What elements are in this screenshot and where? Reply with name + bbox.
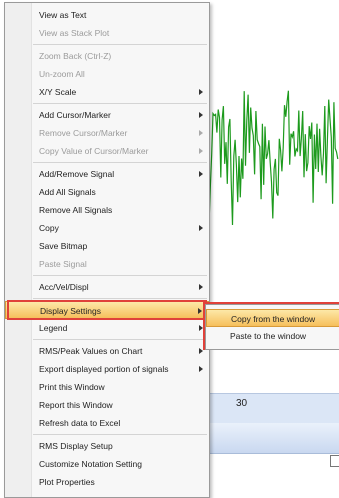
submenu-arrow-icon [199,148,203,154]
menu-item-print-this-window[interactable]: Print this Window [5,378,209,396]
menu-separator [33,103,207,104]
menu-item-label: Customize Notation Setting [39,459,142,469]
menu-item-label: Report this Window [39,400,113,410]
menu-item-remove-all-signals[interactable]: Remove All Signals [5,201,209,219]
signal-trace [200,90,339,226]
menu-item-label: Export displayed portion of signals [39,364,169,374]
menu-separator [33,339,207,340]
menu-item-report-this-window[interactable]: Report this Window [5,396,209,414]
submenu-item-paste-to-window[interactable]: Paste to the window [206,327,339,345]
submenu-item-copy-from-window[interactable]: Copy from the window [206,309,339,327]
menu-item-display-settings[interactable]: Display Settings [5,301,209,319]
context-menu: View as Text View as Stack Plot Zoom Back … [4,2,210,498]
menu-item-label: Paste Signal [39,259,87,269]
submenu-item-label: Copy from the window [231,314,316,324]
menu-item-legend[interactable]: Legend [5,319,209,337]
menu-separator [33,275,207,276]
menu-item-rms-peak-values-on-chart[interactable]: RMS/Peak Values on Chart [5,342,209,360]
menu-item-label: Refresh data to Excel [39,418,121,428]
menu-item-add-cursor-marker[interactable]: Add Cursor/Marker [5,106,209,124]
menu-item-label: X/Y Scale [39,87,77,97]
submenu-arrow-icon [199,225,203,231]
menu-separator [33,298,207,299]
menu-item-label: Add Cursor/Marker [39,110,111,120]
menu-item-label: Un-zoom All [39,69,85,79]
menu-item-label: Remove Cursor/Marker [39,128,128,138]
submenu-item-label: Paste to the window [230,331,307,341]
menu-item-label: Print this Window [39,382,105,392]
menu-item-export-displayed-portion-of-signals[interactable]: Export displayed portion of signals [5,360,209,378]
menu-separator [33,162,207,163]
menu-item-rms-display-setup[interactable]: RMS Display Setup [5,437,209,455]
menu-item-customize-notation-setting[interactable]: Customize Notation Setting [5,455,209,473]
menu-item-refresh-data-to-excel[interactable]: Refresh data to Excel [5,414,209,432]
menu-item-label: RMS/Peak Values on Chart [39,346,143,356]
submenu-arrow-icon [199,89,203,95]
menu-item-label: Save Bitmap [39,241,88,251]
submenu-arrow-icon [199,130,203,136]
submenu-arrow-icon [199,112,203,118]
menu-item-paste-signal[interactable]: Paste Signal [5,255,209,273]
menu-item-label: Display Settings [40,306,101,316]
menu-item-un-zoom-all[interactable]: Un-zoom All [5,65,209,83]
menu-item-label: Copy [39,223,59,233]
menu-item-label: RMS Display Setup [39,441,113,451]
menu-separator [33,434,207,435]
menu-item-view-as-stack-plot[interactable]: View as Stack Plot [5,24,209,42]
menu-item-copy[interactable]: Copy [5,219,209,237]
menu-item-label: Add All Signals [39,187,96,197]
display-settings-submenu: Copy from the window Paste to the window [205,304,339,350]
menu-item-label: Legend [39,323,68,333]
menu-item-zoom-back-ctrl-z[interactable]: Zoom Back (Ctrl-Z) [5,47,209,65]
axis-tick-label: 30 [236,398,248,409]
submenu-arrow-icon [198,308,202,314]
menu-item-label: View as Stack Plot [39,28,110,38]
small-control-box[interactable] [330,455,339,467]
submenu-arrow-icon [199,171,203,177]
menu-item-remove-cursor-marker[interactable]: Remove Cursor/Marker [5,124,209,142]
menu-item-acc-vel-displ[interactable]: Acc/Vel/Displ [5,278,209,296]
submenu-arrow-icon [199,284,203,290]
menu-item-label: Acc/Vel/Displ [39,282,89,292]
menu-item-add-remove-signal[interactable]: Add/Remove Signal [5,165,209,183]
scroll-bar[interactable] [200,423,339,454]
menu-item-view-as-text[interactable]: View as Text [5,6,209,24]
menu-item-label: Plot Properties [39,477,95,487]
plot-area[interactable] [200,0,339,300]
submenu-arrow-icon [199,366,203,372]
menu-item-save-bitmap[interactable]: Save Bitmap [5,237,209,255]
menu-item-label: Zoom Back (Ctrl-Z) [39,51,112,61]
menu-item-x-y-scale[interactable]: X/Y Scale [5,83,209,101]
menu-item-label: Add/Remove Signal [39,169,115,179]
menu-item-plot-properties[interactable]: Plot Properties [5,473,209,491]
menu-separator [33,44,207,45]
menu-item-add-all-signals[interactable]: Add All Signals [5,183,209,201]
menu-item-copy-value-of-cursor-marker[interactable]: Copy Value of Cursor/Marker [5,142,209,160]
menu-item-label: Remove All Signals [39,205,113,215]
signal-line [200,90,339,226]
x-axis-bar: 30 [200,393,339,425]
menu-item-label: Copy Value of Cursor/Marker [39,146,149,156]
menu-item-label: View as Text [39,10,87,20]
